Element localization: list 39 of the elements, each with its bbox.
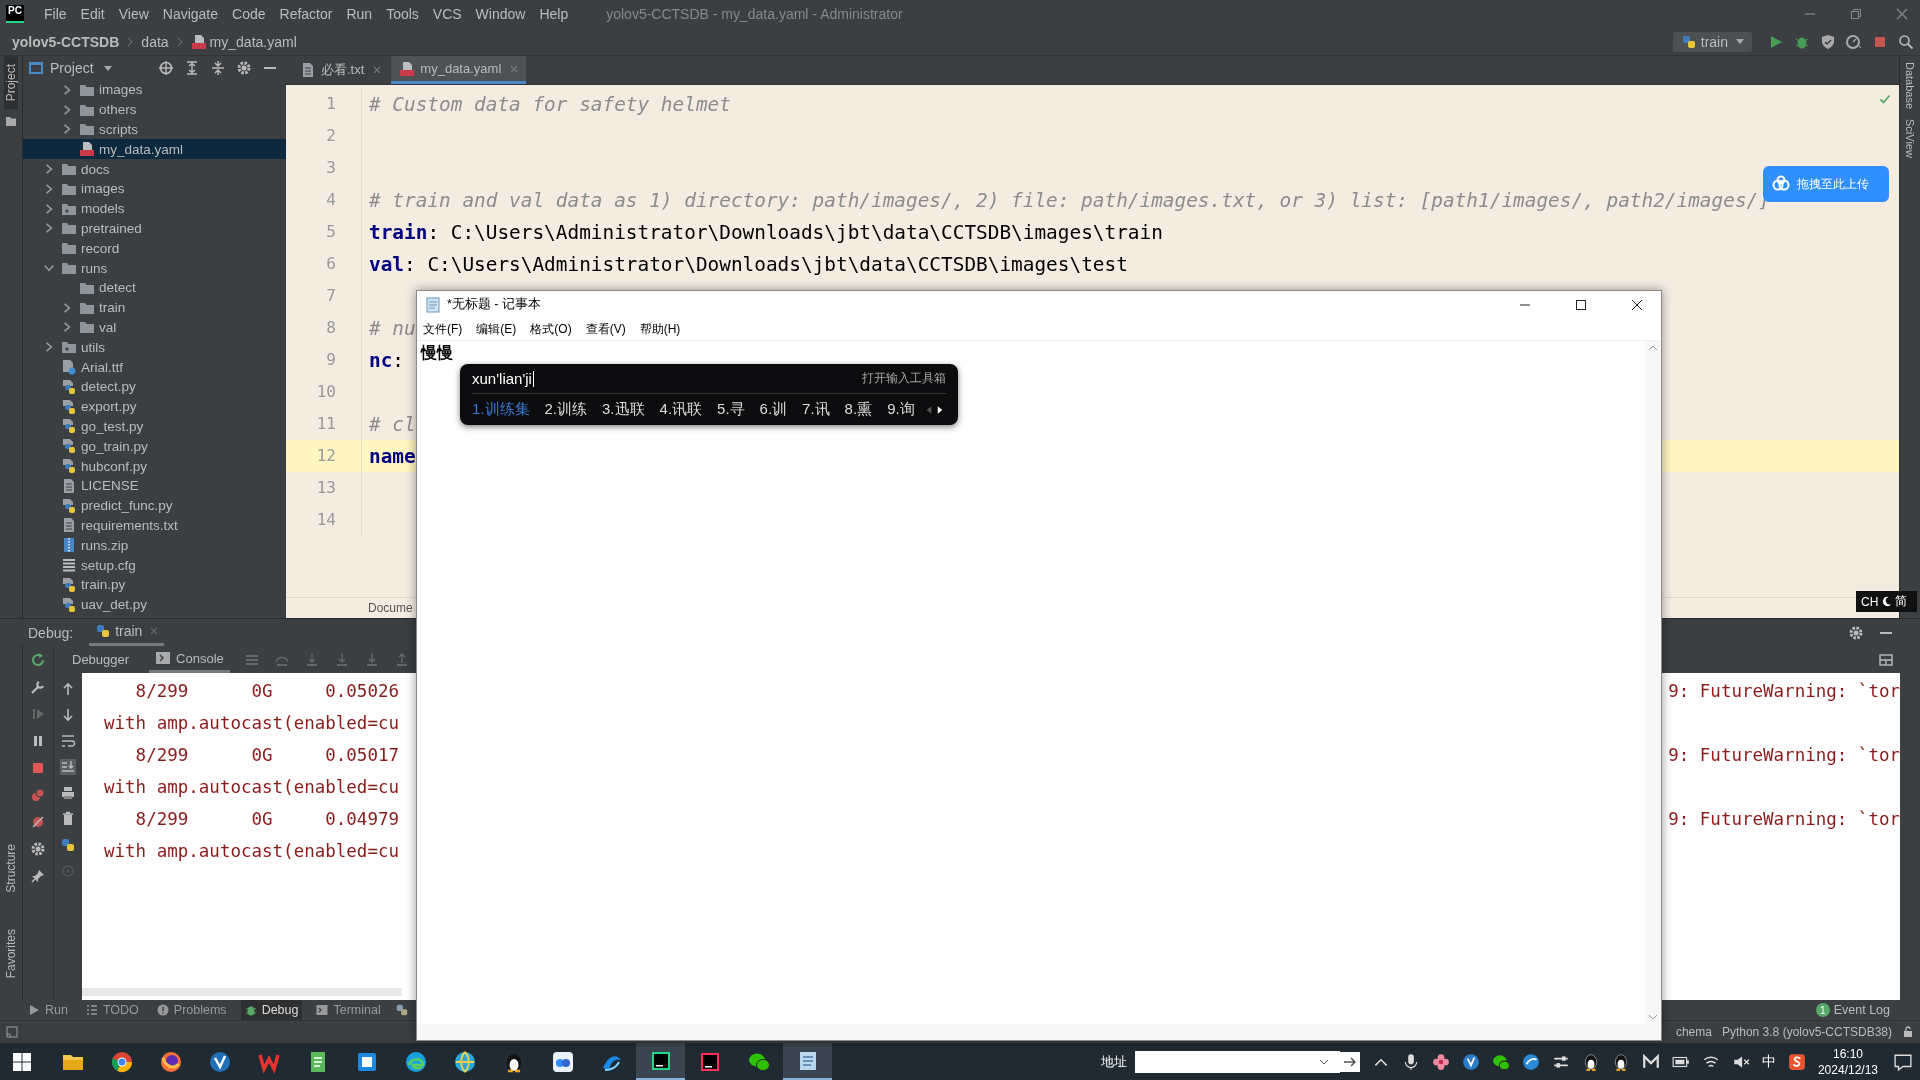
console-line: with amp.autocast(enabled=cu xyxy=(104,777,399,797)
code-line: # nu xyxy=(368,316,416,340)
code-line: name xyxy=(368,444,416,468)
line-number: 3 xyxy=(286,152,362,184)
mode-label: 简 xyxy=(1895,593,1908,610)
line-number: 4 xyxy=(286,184,362,216)
line-number: 5 xyxy=(286,216,362,248)
line-number: 13 xyxy=(286,472,362,504)
panel-title: Debug: xyxy=(28,624,74,641)
console-line: 9: FutureWarning: `tor xyxy=(1668,809,1900,829)
line-number: 6 xyxy=(286,248,362,280)
address-label: 地址 xyxy=(1100,1052,1127,1071)
app-logo: PC xyxy=(6,5,24,23)
line-number: 1 xyxy=(286,88,362,120)
window-title: yolov5-CCTSDB - my_data.yaml - Administrator xyxy=(606,6,903,22)
console-line: 8/299 0G 0.05017 xyxy=(134,745,399,765)
console-line: 9: FutureWarning: `tor xyxy=(1668,745,1900,765)
window-title: *无标题 - 记事本 xyxy=(447,296,541,313)
code-line: # Custom data for safety helmet xyxy=(368,92,731,116)
line-number: 7 xyxy=(286,280,362,312)
code-line: nc: xyxy=(368,348,405,372)
count-badge: 1 xyxy=(1815,1003,1830,1017)
line-number: 10 xyxy=(286,376,362,408)
composition-text: xun'lian'ji xyxy=(472,370,532,387)
console-line: with amp.autocast(enabled=cu xyxy=(104,841,399,861)
code-line: val: C:\Users\Administrator\Downloads\jbt\data\CCTSDB\images\test xyxy=(368,252,1128,276)
console-line: 8/299 0G 0.04979 xyxy=(134,809,399,829)
line-number: 8 xyxy=(286,312,362,344)
line-number: 14 xyxy=(286,504,362,536)
console-line: 8/299 0G 0.05026 xyxy=(134,681,399,701)
language-label: CH xyxy=(1861,594,1879,609)
line-number: 12 xyxy=(286,440,362,472)
line-number: 9 xyxy=(286,344,362,376)
typed-text: 慢慢 xyxy=(421,344,453,361)
line-number: 2 xyxy=(286,120,362,152)
console-line: with amp.autocast(enabled=cu xyxy=(104,713,399,733)
console-line: 9: FutureWarning: `tor xyxy=(1668,681,1900,701)
code-line: train: C:\Users\Administrator\Downloads\jbt\data\CCTSDB\images\train xyxy=(368,220,1163,244)
code-line: # cl xyxy=(368,412,416,436)
